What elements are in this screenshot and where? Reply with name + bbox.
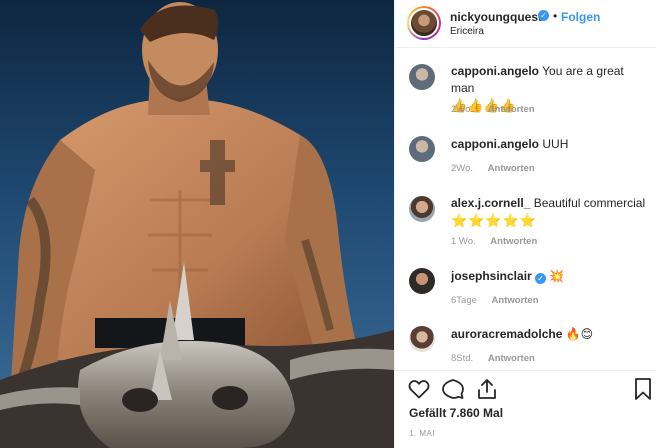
bookmark-icon[interactable]: [633, 377, 653, 401]
action-icons: [407, 377, 651, 401]
likes-count[interactable]: Gefällt 7.860 Mal: [409, 406, 503, 420]
comment-icon[interactable]: [441, 377, 465, 401]
commenter-avatar[interactable]: [409, 196, 435, 222]
header-separator: •: [553, 9, 558, 23]
stars-emoji: ⭐⭐⭐⭐⭐: [451, 213, 537, 228]
commenter-avatar[interactable]: [409, 136, 435, 162]
author-username[interactable]: nickyoungquest: [450, 10, 542, 24]
verified-icon: ✓: [535, 273, 547, 284]
comment-meta: 2Wo. Antworten: [451, 104, 547, 115]
reply-button[interactable]: Antworten: [488, 163, 535, 174]
post-details-panel: nickyoungquest ✓ • Folgen Ericeira cappo…: [394, 0, 656, 448]
comment-text: auroracremadolche 🔥😊: [451, 326, 647, 343]
comments-list[interactable]: capponi.angelo You are a great man 👍👍👍👍 …: [395, 48, 656, 370]
comment-body: Beautiful commercial: [533, 196, 646, 210]
comment-text: alex.j.cornell_ Beautiful commercial ⭐⭐⭐…: [451, 195, 647, 230]
comment-time: 1 Wo.: [451, 236, 476, 247]
reply-button[interactable]: Antworten: [490, 236, 537, 247]
post-date: 1. MAI: [409, 429, 436, 438]
comment-meta: 2Wo. Antworten: [451, 163, 547, 174]
comment-body: UUH: [542, 137, 569, 151]
follow-button[interactable]: Folgen: [561, 10, 600, 24]
commenter-username[interactable]: josephsinclair: [451, 269, 532, 283]
commenter-avatar[interactable]: [409, 326, 435, 352]
comment-meta: 6Tage Antworten: [451, 295, 551, 306]
comment-time: 6Tage: [451, 295, 477, 306]
comment-time: 8Std.: [451, 353, 474, 364]
post-photo-graphic: [0, 0, 394, 448]
reply-button[interactable]: Antworten: [488, 104, 535, 115]
reply-button[interactable]: Antworten: [488, 353, 535, 364]
post-photo[interactable]: [0, 0, 394, 448]
comment-text: capponi.angelo UUH: [451, 136, 647, 153]
reply-button[interactable]: Antworten: [492, 295, 539, 306]
commenter-username[interactable]: auroracremadolche: [451, 327, 562, 341]
fire-smile-emoji: 🔥😊: [565, 327, 594, 341]
commenter-avatar[interactable]: [409, 268, 435, 294]
heart-icon[interactable]: [407, 377, 431, 401]
commenter-username[interactable]: alex.j.cornell_: [451, 196, 530, 210]
post-header: nickyoungquest ✓ • Folgen Ericeira: [395, 0, 656, 48]
collision-emoji: 💥: [549, 269, 565, 283]
comment-time: 2Wo.: [451, 163, 474, 174]
share-icon[interactable]: [475, 377, 499, 401]
verified-icon: ✓: [538, 10, 549, 21]
post-location[interactable]: Ericeira: [450, 26, 484, 37]
author-avatar[interactable]: [407, 6, 441, 40]
comment-time: 2Wo.: [451, 104, 474, 115]
commenter-avatar[interactable]: [409, 64, 435, 90]
comment-meta: 1 Wo. Antworten: [451, 236, 549, 247]
post-actions: Gefällt 7.860 Mal 1. MAI: [395, 370, 656, 448]
comment-text: josephsinclair ✓ 💥: [451, 268, 647, 285]
comment-meta: 8Std. Antworten: [451, 353, 547, 364]
commenter-username[interactable]: capponi.angelo: [451, 64, 539, 78]
commenter-username[interactable]: capponi.angelo: [451, 137, 539, 151]
